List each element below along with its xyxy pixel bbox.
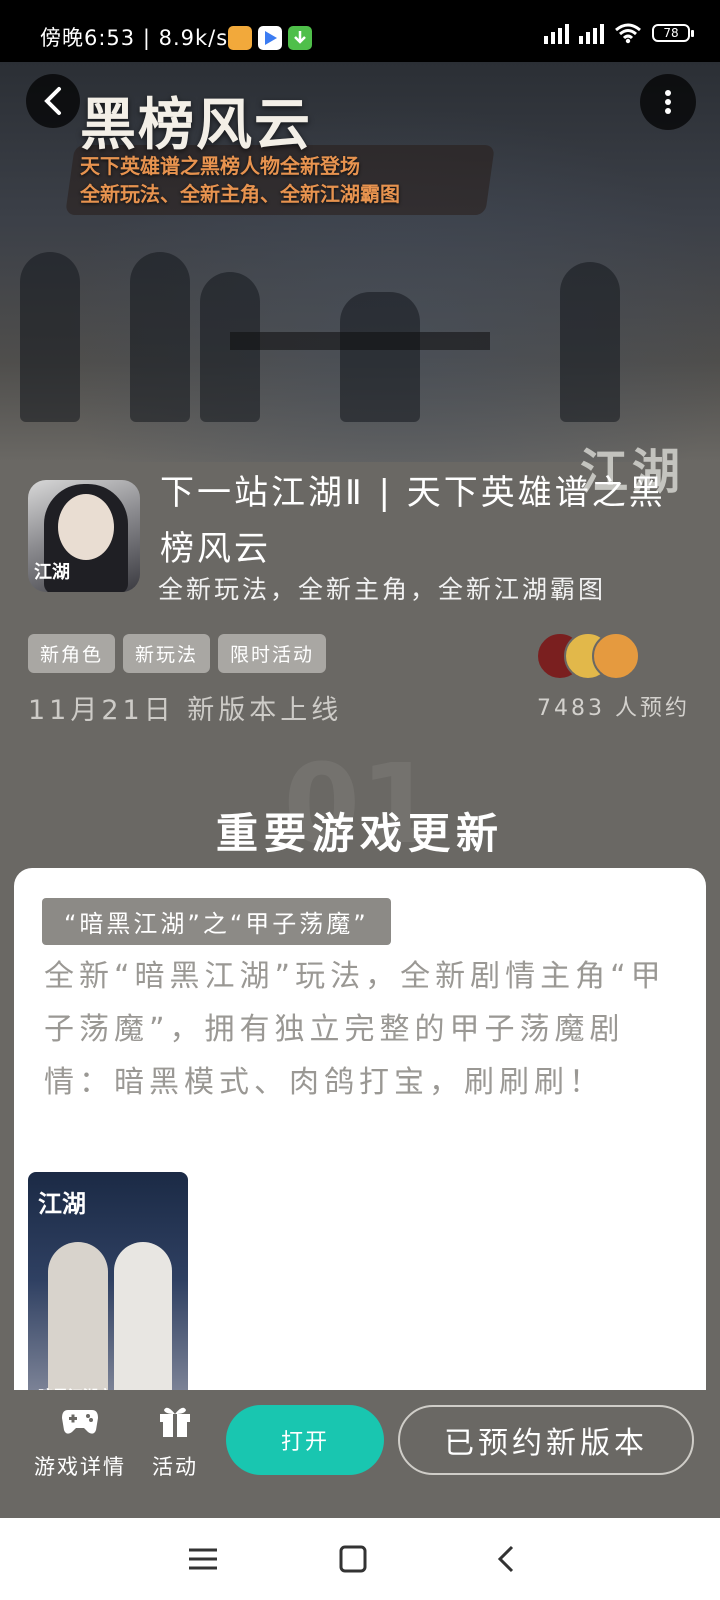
tag-limited-event[interactable]: 限时活动 <box>218 634 327 673</box>
back-nav-icon[interactable] <box>490 1544 524 1574</box>
menu-icon[interactable] <box>186 1544 220 1574</box>
update-image[interactable]: 江湖 暗黑江湖之 <box>28 1172 188 1412</box>
chevron-left-icon <box>44 87 61 115</box>
banner-subtitle: 天下英雄谱之黑榜人物全新登场 <box>80 154 360 178</box>
banner-subtitle-2: 全新玩法、全新主角、全新江湖霸图 <box>80 182 400 206</box>
game-icon-label: 江湖 <box>34 562 70 583</box>
tag-new-gameplay[interactable]: 新玩法 <box>123 634 211 673</box>
game-subtitle: 全新玩法，全新主角，全新江湖霸图 <box>158 575 607 604</box>
signal-icon <box>544 22 569 44</box>
game-details-button[interactable]: 游戏详情 <box>28 1404 132 1481</box>
activity-button[interactable]: 活动 <box>148 1404 202 1481</box>
notification-app-icon <box>228 26 252 50</box>
banner-figure <box>20 252 80 422</box>
banner-table <box>230 332 490 350</box>
download-icon <box>288 26 312 50</box>
home-icon[interactable] <box>336 1544 370 1574</box>
banner-title: 黑榜风云 <box>80 92 312 158</box>
banner-figure <box>560 262 620 422</box>
update-card: “暗黑江湖”之“甲子荡魔” 全新“暗黑江湖”玩法，全新剧情主角“甲子荡魔”，拥有… <box>14 868 706 1428</box>
banner-figure <box>130 252 190 422</box>
status-indicators: 78 <box>544 22 694 44</box>
game-details-label: 游戏详情 <box>34 1455 126 1479</box>
app-screen: 傍晚6:53 | 8.9k/s 78 江湖 黑榜风云 天下英雄谱之黑榜人物全新登… <box>0 0 720 1600</box>
avatar <box>592 632 640 680</box>
tag-new-character[interactable]: 新角色 <box>28 634 116 673</box>
reserver-avatars <box>536 632 646 680</box>
reservation-count: 7483 人预约 <box>537 696 690 721</box>
release-date: 11月21日 新版本上线 <box>28 695 343 726</box>
update-description: 全新“暗黑江湖”玩法，全新剧情主角“甲子荡魔”，拥有独立完整的甲子荡魔剧情：暗黑… <box>44 959 666 1100</box>
open-button[interactable]: 打开 <box>226 1405 384 1475</box>
section-title: 重要游戏更新 <box>215 809 504 858</box>
reserved-button[interactable]: 已预约新版本 <box>398 1405 694 1475</box>
image-character <box>114 1242 172 1412</box>
tag-list: 新角色 新玩法 限时活动 <box>28 634 327 673</box>
status-bar: 傍晚6:53 | 8.9k/s 78 <box>0 0 720 62</box>
more-options-button[interactable] <box>640 74 696 130</box>
wifi-icon <box>615 23 641 44</box>
play-store-icon <box>258 26 282 50</box>
gift-icon <box>160 1407 190 1437</box>
back-button[interactable] <box>26 74 80 128</box>
game-icon[interactable]: 江湖 <box>28 480 140 592</box>
image-logo: 江湖 <box>38 1189 86 1218</box>
system-nav-bar <box>0 1518 720 1600</box>
bottom-action-bar: 游戏详情 活动 打开 已预约新版本 <box>0 1390 720 1518</box>
game-title: 下一站江湖Ⅱ | 天下英雄谱之黑榜风云 <box>160 473 666 569</box>
battery-icon: 78 <box>652 24 694 42</box>
more-vertical-icon <box>665 90 671 114</box>
update-badge: “暗黑江湖”之“甲子荡魔” <box>42 898 391 945</box>
status-time: 傍晚6:53 | 8.9k/s <box>40 26 229 50</box>
activity-label: 活动 <box>152 1455 198 1479</box>
banner-figure <box>340 292 420 422</box>
gamepad-icon <box>62 1410 98 1434</box>
signal-icon-2 <box>579 22 604 44</box>
icon-character-face <box>58 494 114 560</box>
